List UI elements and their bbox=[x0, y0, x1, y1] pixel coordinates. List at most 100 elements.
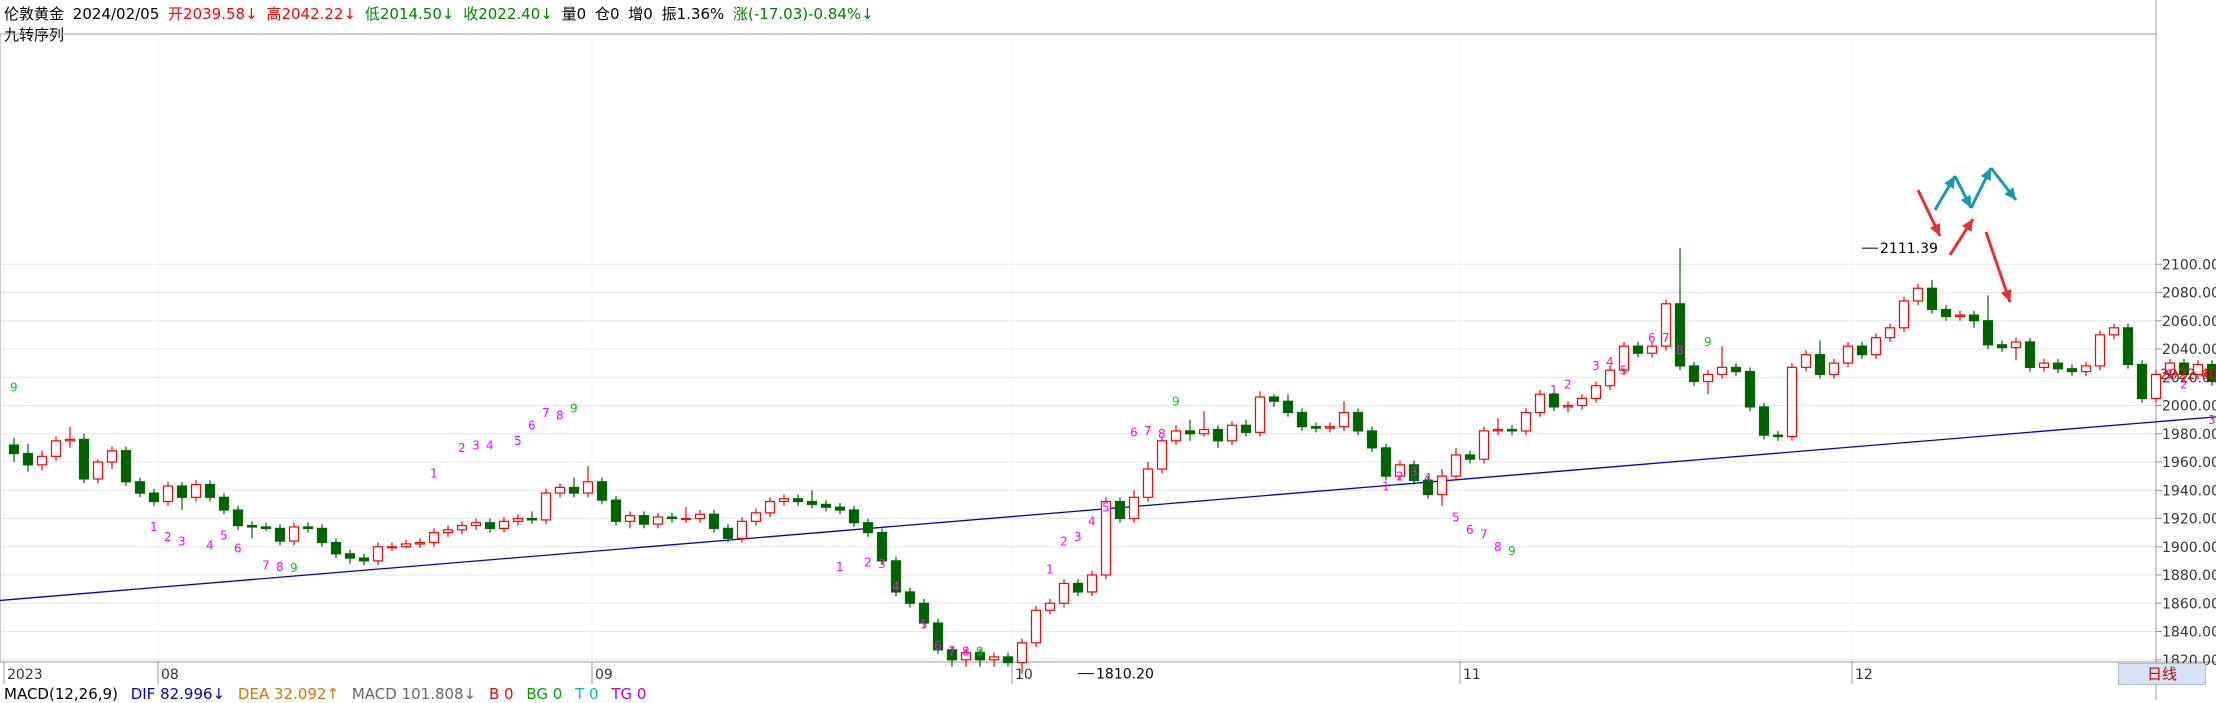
candle-body bbox=[80, 439, 89, 479]
candle-body bbox=[1956, 315, 1965, 316]
candle-body bbox=[570, 487, 579, 493]
x-tick-label: 2023 bbox=[7, 667, 43, 683]
forecast-arrows bbox=[1918, 168, 2016, 302]
candle-body bbox=[1004, 657, 1013, 663]
macd-dif: DIF 82.996↓ bbox=[131, 685, 225, 703]
candle-body bbox=[1438, 476, 1447, 494]
candle-body bbox=[990, 657, 999, 660]
x-tick-label: 09 bbox=[595, 667, 613, 683]
axes bbox=[0, 0, 2216, 700]
nine-sequence-labels: 9123456789123456789123456789123456789123… bbox=[10, 331, 2216, 659]
y-tick-label: 1920.00 bbox=[2162, 512, 2216, 528]
candle-body bbox=[584, 482, 593, 493]
nine-label: 3 bbox=[1074, 530, 1082, 544]
candle-body bbox=[864, 523, 873, 533]
macd-legend: MACD(12,26,9) DIF 82.996↓ DEA 32.092↑ MA… bbox=[4, 685, 654, 703]
macd-tg: TG 0 bbox=[611, 685, 646, 703]
x-tick-label: 08 bbox=[161, 667, 179, 683]
nine-label: 9 bbox=[1172, 395, 1180, 409]
nine-label: 2 bbox=[458, 441, 466, 455]
candle-body bbox=[1942, 309, 1951, 316]
nine-label: 6 bbox=[1130, 426, 1138, 440]
nine-label: 9 bbox=[976, 645, 984, 659]
candle-body bbox=[1704, 374, 1713, 381]
macd-name: MACD(12,26,9) bbox=[4, 685, 118, 703]
candle-body bbox=[52, 441, 61, 457]
candle-body bbox=[808, 502, 817, 505]
candle-body bbox=[430, 533, 439, 543]
candle-body bbox=[1018, 643, 1027, 663]
candle-body bbox=[262, 527, 271, 528]
nine-label: 6 bbox=[528, 419, 536, 433]
candle-body bbox=[1368, 431, 1377, 448]
candlestick-chart[interactable]: 9123456789123456789123456789123456789123… bbox=[0, 0, 2216, 700]
y-tick-label: 1980.00 bbox=[2162, 427, 2216, 443]
candle-body bbox=[2124, 328, 2133, 365]
candle-body bbox=[766, 502, 775, 513]
candle-body bbox=[794, 499, 803, 502]
candle-body bbox=[1172, 431, 1181, 441]
candle-body bbox=[234, 510, 243, 526]
candle-body bbox=[1998, 345, 2007, 348]
candle-body bbox=[640, 516, 649, 524]
candle-body bbox=[2040, 363, 2049, 367]
candle-body bbox=[1746, 372, 1755, 407]
candle-body bbox=[276, 528, 285, 541]
candle-body bbox=[402, 544, 411, 547]
candle-body bbox=[164, 486, 173, 502]
candle-body bbox=[1760, 407, 1769, 435]
candle-body bbox=[1284, 401, 1293, 412]
y-tick-label: 1940.00 bbox=[2162, 483, 2216, 499]
candle-body bbox=[1354, 413, 1363, 431]
candle-body bbox=[1158, 441, 1167, 469]
nine-label: 6 bbox=[1648, 331, 1656, 345]
nine-label: 7 bbox=[262, 558, 270, 572]
period-daily-button[interactable]: 日线 bbox=[2118, 663, 2206, 685]
candle-body bbox=[248, 526, 257, 527]
nine-label: 2 bbox=[1060, 534, 1068, 548]
candle-body bbox=[1718, 367, 1727, 374]
candle-body bbox=[1914, 288, 1923, 301]
candle-body bbox=[836, 507, 845, 510]
candle-body bbox=[1494, 430, 1503, 431]
nine-label: 7 bbox=[1480, 527, 1488, 541]
candle-body bbox=[136, 482, 145, 493]
candle-body bbox=[472, 523, 481, 526]
nine-label: 2 bbox=[164, 530, 172, 544]
nine-label: 9 bbox=[10, 380, 18, 394]
candle-body bbox=[2026, 342, 2035, 367]
macd-t: T 0 bbox=[575, 685, 598, 703]
candle-body bbox=[1900, 301, 1909, 328]
candle-body bbox=[1032, 610, 1041, 642]
candle-body bbox=[500, 521, 509, 528]
y-tick-label: 1900.00 bbox=[2162, 540, 2216, 556]
y-tick-label: 2040.00 bbox=[2162, 342, 2216, 358]
candle-body bbox=[1872, 338, 1881, 355]
candle-body bbox=[2082, 366, 2091, 372]
candle-body bbox=[1186, 431, 1195, 434]
candle-body bbox=[2138, 365, 2147, 399]
candle-body bbox=[850, 510, 859, 523]
nine-label: 3 bbox=[472, 438, 480, 452]
candle-body bbox=[220, 497, 229, 510]
candle-body bbox=[2110, 328, 2119, 335]
nine-label: 9 bbox=[570, 402, 578, 416]
candle-body bbox=[1200, 430, 1209, 434]
candle-body bbox=[206, 485, 215, 498]
candle-body bbox=[1690, 366, 1699, 382]
candle-body bbox=[1592, 386, 1601, 399]
nine-label: 9 bbox=[1508, 544, 1516, 558]
nine-label: 7 bbox=[1662, 331, 1670, 345]
candle-body bbox=[2012, 342, 2021, 348]
candle-body bbox=[10, 445, 19, 453]
candle-body bbox=[1046, 603, 1055, 610]
candle-body bbox=[724, 528, 733, 538]
macd-dea: DEA 32.092↑ bbox=[238, 685, 339, 703]
candle-body bbox=[192, 485, 201, 498]
nine-label: 1 bbox=[836, 560, 844, 574]
candle-body bbox=[1858, 346, 1867, 354]
y-tick-label: 1880.00 bbox=[2162, 568, 2216, 584]
nine-label: 8 bbox=[556, 409, 564, 423]
candle-body bbox=[1074, 583, 1083, 591]
candles bbox=[10, 248, 2216, 673]
